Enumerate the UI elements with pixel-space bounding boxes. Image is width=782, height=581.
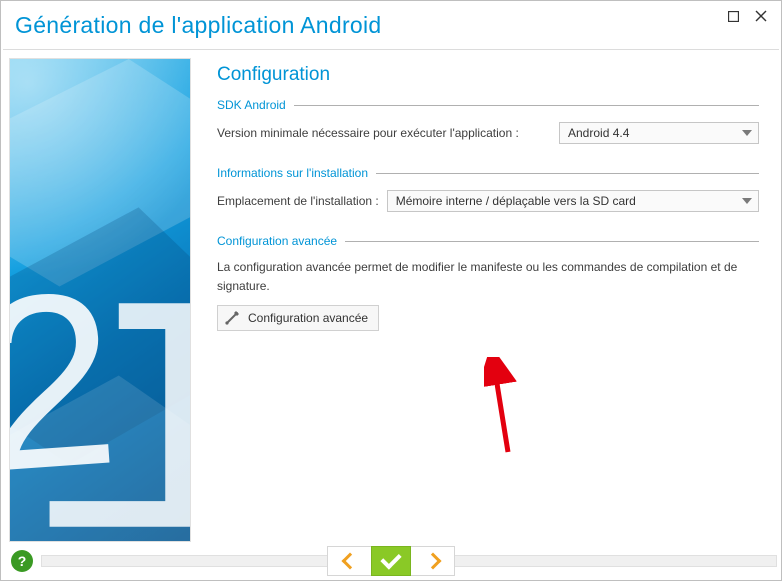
maximize-button[interactable]	[719, 5, 747, 27]
close-button[interactable]	[747, 5, 775, 27]
sdk-legend: SDK Android	[217, 98, 294, 112]
nav-group	[327, 546, 455, 576]
window-controls	[719, 5, 775, 27]
sdk-version-value: Android 4.4	[568, 126, 629, 140]
advanced-legend: Configuration avancée	[217, 234, 345, 248]
sdk-version-label: Version minimale nécessaire pour exécute…	[217, 126, 519, 140]
wizard-window: Génération de l'application Android 2 Co…	[0, 0, 782, 581]
sdk-version-select[interactable]: Android 4.4	[559, 122, 759, 144]
close-icon	[755, 10, 767, 22]
tools-icon	[224, 310, 240, 326]
wizard-side-image: 2	[9, 58, 191, 542]
svg-text:2: 2	[10, 239, 126, 524]
maximize-icon	[728, 11, 739, 22]
advanced-config-button-label: Configuration avancée	[248, 311, 368, 325]
decorative-graphic-icon: 2	[10, 59, 190, 542]
install-location-label: Emplacement de l'installation :	[217, 194, 379, 208]
install-location-select[interactable]: Mémoire interne / déplaçable vers la SD …	[387, 190, 759, 212]
wizard-body: 2 Configuration SDK Android Version mini…	[1, 50, 781, 542]
check-icon	[380, 548, 401, 569]
advanced-description: La configuration avancée permet de modif…	[217, 258, 759, 295]
advanced-config-button[interactable]: Configuration avancée	[217, 305, 379, 331]
sdk-version-row: Version minimale nécessaire pour exécute…	[217, 122, 759, 144]
window-title: Génération de l'application Android	[15, 12, 382, 39]
install-fieldset: Informations sur l'installation Emplacem…	[217, 166, 759, 212]
back-button[interactable]	[327, 546, 371, 576]
titlebar: Génération de l'application Android	[1, 1, 781, 49]
install-legend: Informations sur l'installation	[217, 166, 376, 180]
page-heading: Configuration	[217, 64, 759, 86]
sdk-fieldset: SDK Android Version minimale nécessaire …	[217, 98, 759, 144]
advanced-fieldset: Configuration avancée La configuration a…	[217, 234, 759, 331]
finish-button[interactable]	[371, 546, 411, 576]
next-button[interactable]	[411, 546, 455, 576]
chevron-right-icon	[424, 553, 441, 570]
wizard-content: Configuration SDK Android Version minima…	[191, 50, 781, 542]
chevron-left-icon	[341, 553, 358, 570]
wizard-footer: ?	[1, 542, 781, 580]
annotation-arrow-icon	[484, 357, 520, 457]
help-icon: ?	[18, 553, 27, 569]
help-button[interactable]: ?	[11, 550, 33, 572]
install-location-row: Emplacement de l'installation : Mémoire …	[217, 190, 759, 212]
install-location-value: Mémoire interne / déplaçable vers la SD …	[396, 194, 636, 208]
